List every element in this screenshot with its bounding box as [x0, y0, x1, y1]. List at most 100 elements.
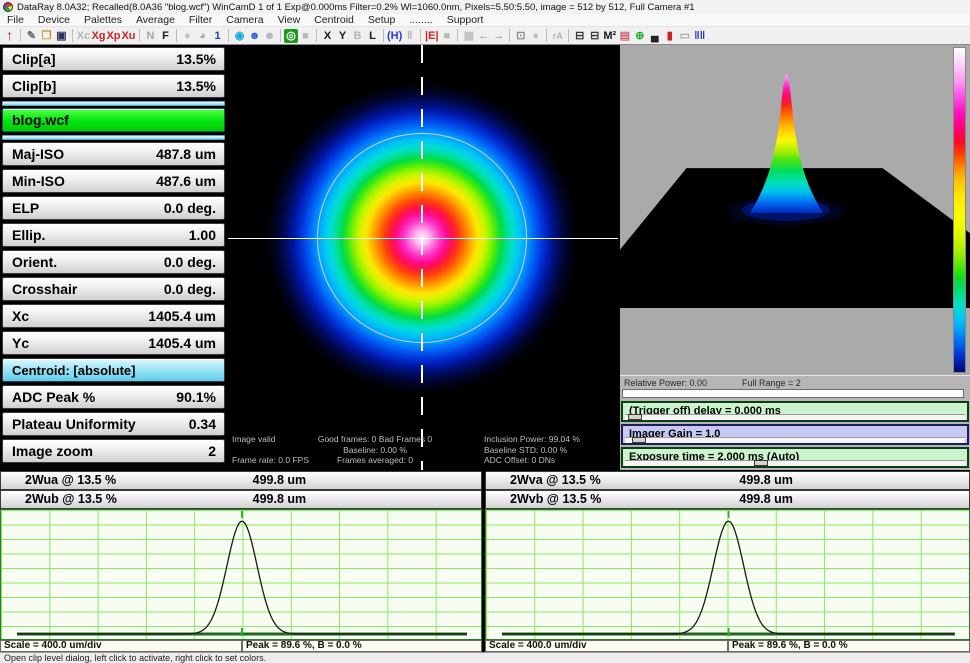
- width-2wva-button[interactable]: 2Wva @ 13.5 %499.8 um: [485, 471, 970, 490]
- toolbar-separator: [228, 29, 229, 42]
- user-blue-icon[interactable]: ☻: [247, 28, 262, 44]
- plateau-uniformity-button[interactable]: Plateau Uniformity0.34: [2, 412, 225, 436]
- prev-arrow-icon[interactable]: ←: [476, 28, 491, 44]
- grid-icon[interactable]: ▦: [461, 28, 476, 44]
- menu-filter[interactable]: Filter: [182, 14, 219, 27]
- menu-bar: FileDevicePalettesAverageFilterCameraVie…: [0, 14, 970, 27]
- elp-button[interactable]: ELP0.0 deg.: [2, 196, 225, 220]
- toolbar-separator: [139, 29, 140, 42]
- capture-icon[interactable]: ◉: [232, 28, 247, 44]
- n-button[interactable]: N: [143, 28, 158, 44]
- exposure-time-slider[interactable]: Exposure time = 2.000 ms (Auto): [621, 447, 969, 468]
- slider-track[interactable]: [625, 414, 965, 420]
- beam-status-text: Baseline STD: 0.00 %: [484, 445, 614, 456]
- sphere2-icon[interactable]: ●: [528, 28, 543, 44]
- menu-palettes[interactable]: Palettes: [77, 14, 129, 27]
- menu-dots[interactable]: ........: [402, 14, 439, 27]
- sphere-icon[interactable]: ●: [180, 28, 195, 44]
- param-value: 487.6 um: [156, 173, 216, 189]
- clip-a-button[interactable]: Clip[a]13.5%: [2, 47, 225, 71]
- save-icon[interactable]: ▣: [54, 28, 69, 44]
- param-label: ELP: [12, 200, 39, 216]
- print-icon[interactable]: ⊟: [572, 28, 587, 44]
- xc-value-button[interactable]: Xc1405.4 um: [2, 304, 225, 328]
- width-2wua-button[interactable]: 2Wua @ 13.5 %499.8 um: [0, 471, 482, 490]
- menu-setup[interactable]: Setup: [361, 14, 402, 27]
- beam-image-view[interactable]: Image validFrame rate: 0.0 FPSGood frame…: [228, 45, 618, 470]
- next-arrow-icon[interactable]: →: [491, 28, 506, 44]
- gray-box2-icon[interactable]: ■: [439, 28, 454, 44]
- center-tick-bottom: [728, 628, 730, 636]
- centroid-button[interactable]: Centroid: [absolute]: [2, 358, 225, 382]
- menu-average[interactable]: Average: [129, 14, 182, 27]
- y-axis-button[interactable]: Y: [335, 28, 350, 44]
- sphere-g-icon[interactable]: ◕: [195, 28, 210, 44]
- maj-iso-button[interactable]: Maj-ISO487.8 um: [2, 142, 225, 166]
- orient-button[interactable]: Orient.0.0 deg.: [2, 250, 225, 274]
- width-2wub-button[interactable]: 2Wub @ 13.5 %499.8 um: [0, 490, 482, 509]
- toolbar-separator: [176, 29, 177, 42]
- home-arrow-icon[interactable]: ↑: [2, 28, 17, 43]
- profile-plot-v[interactable]: [485, 509, 970, 640]
- menu-centroid[interactable]: Centroid: [307, 14, 361, 27]
- peak-cell[interactable]: Peak = 89.6 %, B = 0.0 %: [242, 640, 482, 652]
- pause-icon[interactable]: ‖: [402, 28, 417, 44]
- slider-thumb[interactable]: [632, 437, 646, 443]
- m2-button[interactable]: M²: [602, 28, 617, 44]
- user-gray-icon[interactable]: ☻: [262, 28, 277, 44]
- imager-gain-slider[interactable]: Imager Gain = 1.0: [621, 424, 969, 445]
- beam-3d-view[interactable]: [620, 45, 970, 375]
- b-button[interactable]: B: [350, 28, 365, 44]
- adc-peak-button[interactable]: ADC Peak %90.1%: [2, 385, 225, 409]
- slider-thumb[interactable]: [754, 460, 768, 466]
- xu-button[interactable]: Xu: [121, 28, 136, 44]
- print-setup-icon[interactable]: ⊟: [587, 28, 602, 44]
- slider-track[interactable]: [625, 460, 965, 466]
- menu-camera[interactable]: Camera: [219, 14, 270, 27]
- l-button[interactable]: L: [365, 28, 380, 44]
- center-tick-bottom: [241, 628, 243, 636]
- min-iso-button[interactable]: Min-ISO487.6 um: [2, 169, 225, 193]
- status-hint-text: Open clip level dialog, left click to ac…: [4, 653, 266, 663]
- trigger-delay-slider[interactable]: (Trigger off) delay = 0.000 ms: [621, 401, 969, 422]
- align-target-icon[interactable]: ⊕: [632, 28, 647, 44]
- edit-pencil-icon[interactable]: ✎: [24, 28, 39, 44]
- xg-button[interactable]: Xg: [91, 28, 106, 44]
- one-button[interactable]: 1: [210, 28, 225, 44]
- scale-cell[interactable]: Scale = 400.0 um/div: [0, 640, 242, 652]
- trend-chart-icon[interactable]: ▤: [617, 28, 632, 44]
- histogram-h-icon[interactable]: (H): [387, 28, 402, 44]
- yc-value-button[interactable]: Yc1405.4 um: [2, 331, 225, 355]
- stamp-icon[interactable]: ▄: [647, 28, 662, 44]
- slider-track[interactable]: [625, 437, 965, 443]
- image-zoom-button[interactable]: Image zoom2: [2, 439, 225, 463]
- ra-button[interactable]: rA: [550, 28, 565, 44]
- intensity-colorbar: [953, 47, 966, 373]
- file-button[interactable]: blog.wcf: [2, 108, 225, 132]
- copy-icon[interactable]: ⊡: [513, 28, 528, 44]
- ellip-button[interactable]: Ellip.1.00: [2, 223, 225, 247]
- xp-button[interactable]: Xp: [106, 28, 121, 44]
- x-axis-button[interactable]: X: [320, 28, 335, 44]
- f-button[interactable]: F: [158, 28, 173, 44]
- e-profile-icon[interactable]: |E|: [424, 28, 439, 44]
- gray-box-icon[interactable]: ■: [298, 28, 313, 44]
- profile-plot-u[interactable]: [0, 509, 482, 640]
- menu-device[interactable]: Device: [31, 14, 77, 27]
- peak-cell[interactable]: Peak = 89.6 %, B = 0.0 %: [728, 640, 970, 652]
- clip-b-button[interactable]: Clip[b]13.5%: [2, 74, 225, 98]
- thermometer-icon[interactable]: ▮: [662, 28, 677, 44]
- camera-icon[interactable]: ▭: [677, 28, 692, 44]
- relative-power-bar: [622, 389, 964, 398]
- slider-thumb[interactable]: [628, 414, 642, 420]
- menu-file[interactable]: File: [0, 14, 31, 27]
- levels-icon[interactable]: ‖‖: [692, 28, 707, 44]
- target-green-icon[interactable]: ◎: [284, 29, 298, 43]
- scale-cell[interactable]: Scale = 400.0 um/div: [485, 640, 728, 652]
- menu-support[interactable]: Support: [440, 14, 491, 27]
- xc-button[interactable]: Xc: [76, 28, 91, 44]
- crosshair-button[interactable]: Crosshair0.0 deg.: [2, 277, 225, 301]
- width-2wvb-button[interactable]: 2Wvb @ 13.5 %499.8 um: [485, 490, 970, 509]
- open-folder-icon[interactable]: ❐: [39, 28, 54, 44]
- menu-view[interactable]: View: [271, 14, 308, 27]
